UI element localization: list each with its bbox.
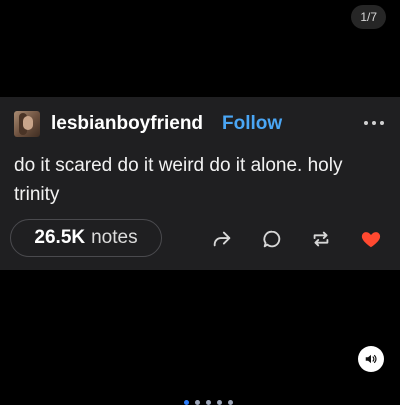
notes-button[interactable]: 26.5K notes (10, 219, 162, 257)
more-dot (380, 121, 384, 125)
pagination-dot[interactable] (228, 400, 233, 405)
pagination-dot[interactable] (206, 400, 211, 405)
image-counter: 1/7 (351, 5, 386, 29)
more-dot (364, 121, 368, 125)
post-text: do it scared do it weird do it alone. ho… (14, 155, 343, 205)
carousel-pagination (184, 400, 233, 405)
audio-toggle-button[interactable] (358, 346, 384, 372)
pagination-dot[interactable] (217, 400, 222, 405)
reply-icon[interactable] (261, 228, 283, 250)
pagination-dot-active[interactable] (184, 400, 189, 405)
username[interactable]: lesbianboyfriend (51, 112, 203, 136)
pagination-dot[interactable] (195, 400, 200, 405)
speaker-icon (365, 354, 377, 364)
more-dot (372, 121, 376, 125)
notes-count: 26.5K (34, 227, 86, 248)
share-icon[interactable] (211, 228, 233, 250)
avatar[interactable] (14, 111, 40, 137)
follow-button[interactable]: Follow (222, 112, 282, 136)
avatar-face (23, 116, 33, 130)
post-card: lesbianboyfriend Follow do it scared do … (0, 97, 400, 270)
reblog-icon[interactable] (310, 228, 332, 250)
more-options-icon[interactable] (364, 113, 384, 133)
heart-icon[interactable] (360, 228, 382, 250)
notes-label: notes (91, 227, 138, 248)
